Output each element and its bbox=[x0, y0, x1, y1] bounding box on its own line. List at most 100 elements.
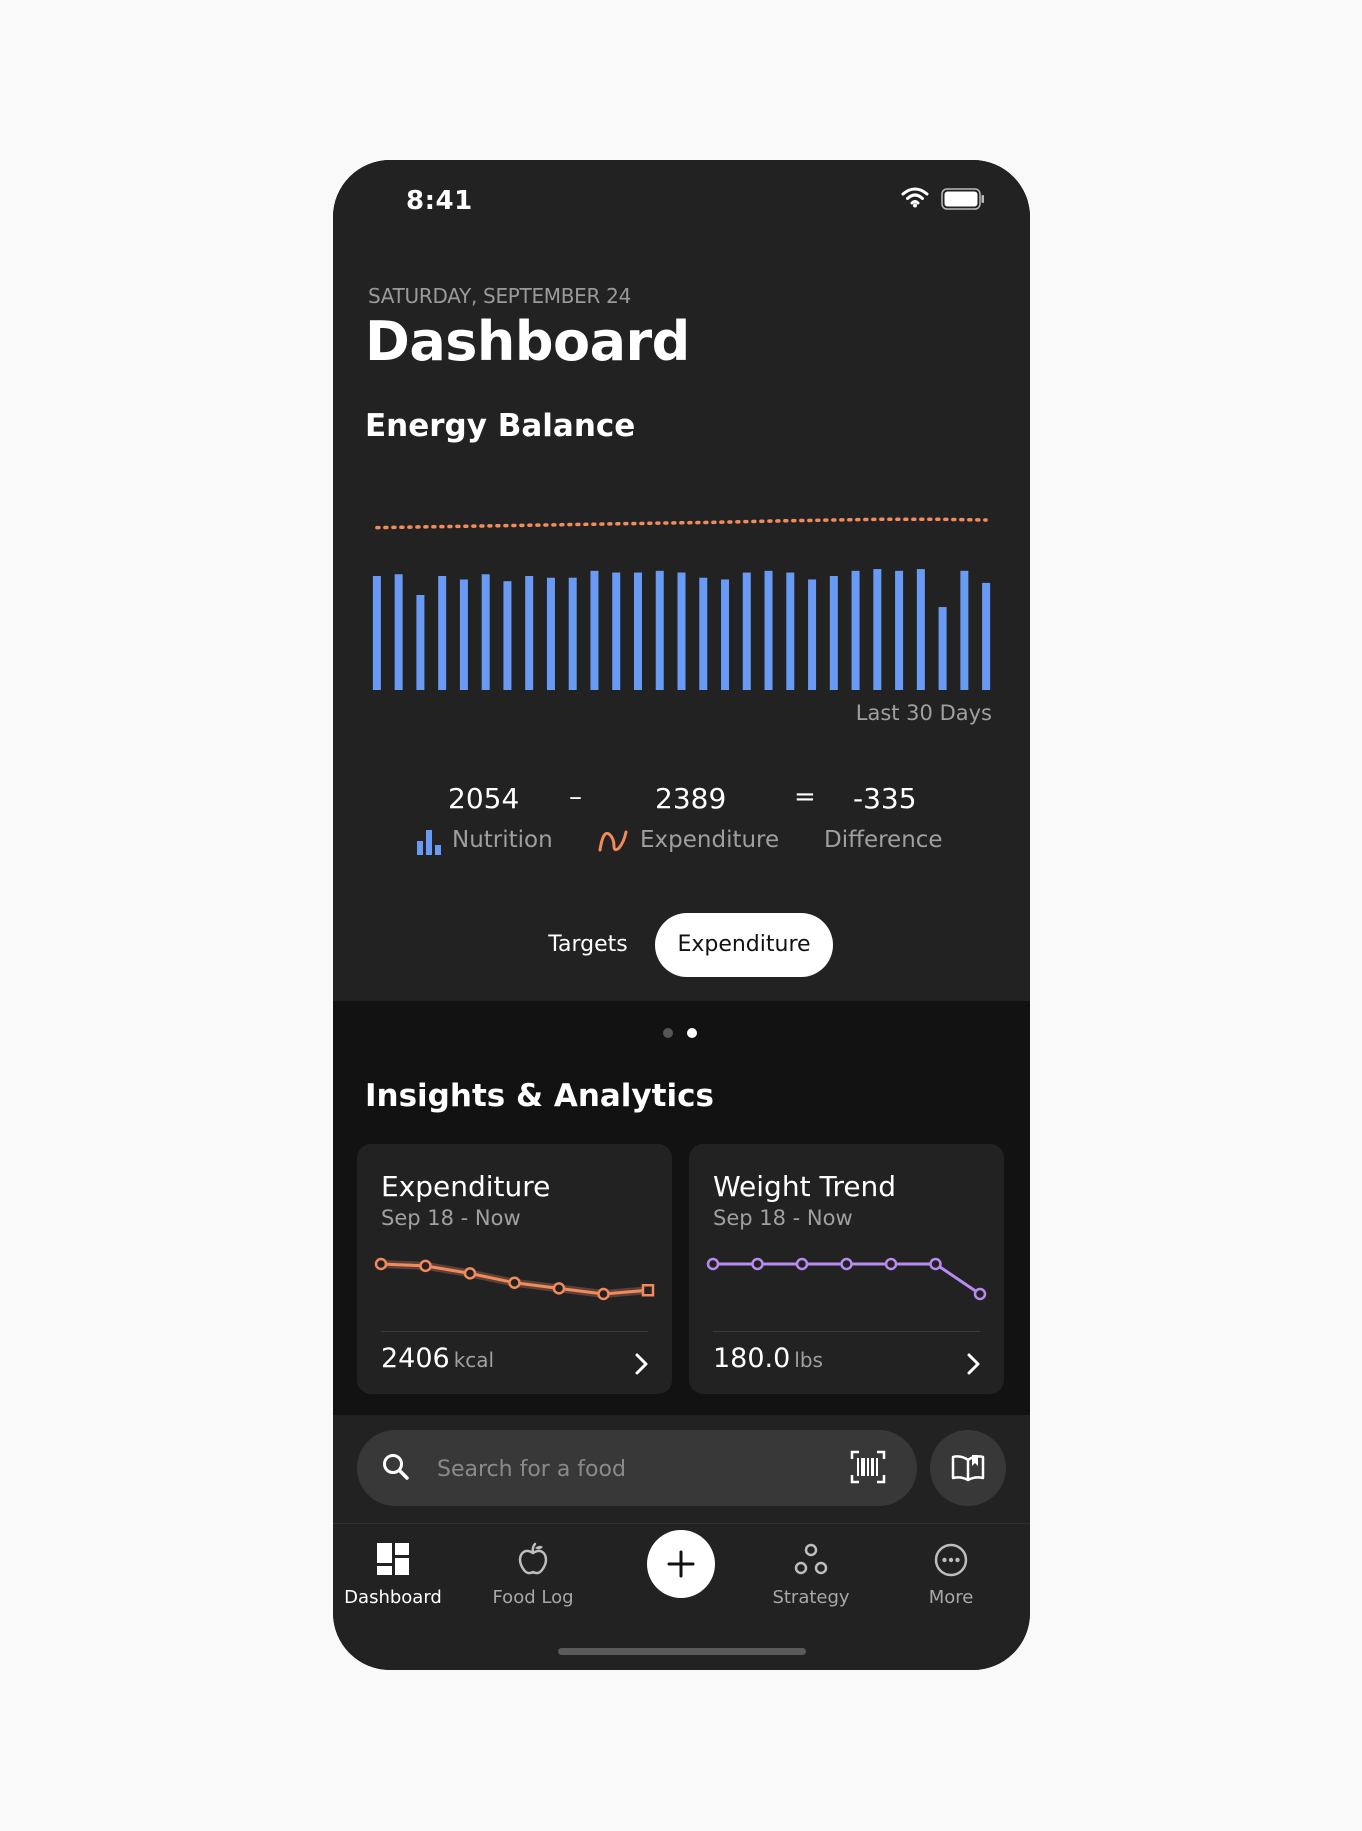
tab-label: More bbox=[928, 1587, 974, 1608]
tab-more[interactable]: More bbox=[891, 1524, 1011, 1624]
book-icon bbox=[951, 1455, 985, 1482]
phone-screen: 8:41 SATURDAY, SEPTEMBER 24 Dashboard En… bbox=[333, 160, 1030, 1670]
nutrition-bar bbox=[590, 570, 599, 690]
search-icon bbox=[383, 1454, 409, 1480]
trend-point bbox=[641, 1284, 655, 1297]
nutrition-bar bbox=[721, 579, 730, 690]
weight-trend-chart bbox=[706, 1257, 987, 1301]
barcode-icon[interactable] bbox=[850, 1450, 886, 1484]
card-value-number: 2406 bbox=[381, 1343, 450, 1374]
nutrition-bar bbox=[742, 572, 751, 690]
trend-point bbox=[884, 1257, 898, 1271]
trend-point bbox=[463, 1267, 477, 1280]
nutrition-bar bbox=[459, 579, 468, 690]
wifi-icon bbox=[901, 187, 929, 208]
difference-label: Difference bbox=[824, 827, 943, 853]
weight-trend-card[interactable]: Weight Trend Sep 18 - Now 180.0 lbs bbox=[689, 1144, 1004, 1394]
energy-balance-chart[interactable] bbox=[333, 490, 1030, 690]
nutrition-label: Nutrition bbox=[452, 827, 553, 853]
nutrition-bar bbox=[938, 607, 947, 690]
nutrition-value: 2054 bbox=[448, 782, 520, 815]
card-value-number: 180.0 bbox=[713, 1343, 791, 1374]
nutrition-bar bbox=[960, 570, 969, 690]
tab-dashboard[interactable]: Dashboard bbox=[333, 1524, 453, 1624]
nutrition-bar bbox=[916, 569, 925, 690]
nutrition-bar bbox=[764, 570, 773, 690]
trend-point bbox=[929, 1257, 942, 1271]
plus-icon bbox=[667, 1550, 695, 1578]
tab-label: Strategy bbox=[772, 1587, 850, 1608]
nutrition-bar bbox=[808, 579, 817, 690]
apple-icon bbox=[518, 1542, 548, 1575]
page-dot-2[interactable] bbox=[687, 1028, 697, 1038]
card-divider bbox=[381, 1331, 648, 1332]
nutrition-bar bbox=[546, 577, 555, 690]
energy-balance-panel: 8:41 SATURDAY, SEPTEMBER 24 Dashboard En… bbox=[333, 160, 1030, 1001]
nutrition-bar bbox=[633, 572, 642, 690]
expenditure-label: Expenditure bbox=[640, 827, 780, 853]
card-value-unit: kcal bbox=[453, 1348, 495, 1372]
nutrition-bar bbox=[699, 577, 708, 690]
trend-point bbox=[508, 1276, 521, 1289]
expenditure-trend-chart bbox=[374, 1257, 655, 1301]
card-value: 2406 kcal bbox=[381, 1343, 494, 1374]
nutrition-bar bbox=[612, 572, 621, 690]
nutrition-bar bbox=[851, 570, 860, 690]
energy-balance-title: Energy Balance bbox=[365, 408, 636, 444]
bar-chart-icon bbox=[417, 830, 441, 855]
chevron-right-icon[interactable] bbox=[966, 1352, 982, 1376]
tab-label: Dashboard bbox=[344, 1587, 442, 1608]
nutrition-bar bbox=[829, 576, 838, 690]
card-divider bbox=[713, 1331, 980, 1332]
toggle-targets[interactable]: Targets bbox=[533, 923, 643, 967]
expenditure-wave-icon bbox=[598, 830, 628, 852]
nutrition-bar bbox=[568, 577, 577, 690]
page-dot-1[interactable] bbox=[663, 1028, 673, 1038]
nutrition-bar bbox=[438, 576, 447, 690]
expenditure-value: 2389 bbox=[655, 782, 727, 815]
nutrition-bar bbox=[503, 581, 512, 690]
tab-label: Food Log bbox=[492, 1587, 574, 1608]
nutrition-bar bbox=[895, 570, 904, 690]
card-subtitle: Sep 18 - Now bbox=[713, 1206, 853, 1230]
trend-point bbox=[751, 1257, 764, 1271]
nutrition-bar bbox=[481, 574, 490, 690]
home-indicator bbox=[558, 1648, 806, 1655]
battery-icon bbox=[941, 188, 984, 210]
trend-point bbox=[973, 1287, 987, 1301]
trend-point bbox=[374, 1257, 388, 1271]
range-label: Last 30 Days bbox=[855, 701, 992, 725]
nutrition-bar bbox=[416, 595, 425, 690]
expenditure-line bbox=[375, 517, 988, 530]
nutrition-bar bbox=[525, 576, 534, 690]
minus-sign: – bbox=[569, 782, 582, 812]
strategy-icon bbox=[794, 1543, 828, 1575]
add-button[interactable] bbox=[647, 1530, 715, 1598]
tab-strategy[interactable]: Strategy bbox=[751, 1524, 871, 1624]
nutrition-bar bbox=[677, 572, 686, 690]
nutrition-bar bbox=[982, 582, 991, 690]
card-value: 180.0 lbs bbox=[713, 1343, 823, 1374]
trend-point bbox=[706, 1257, 720, 1271]
tab-food-log[interactable]: Food Log bbox=[473, 1524, 593, 1624]
dashboard-icon bbox=[377, 1543, 409, 1575]
difference-value: -335 bbox=[853, 782, 917, 815]
card-value-unit: lbs bbox=[794, 1348, 823, 1372]
nutrition-bar bbox=[372, 576, 381, 690]
trend-point bbox=[419, 1259, 432, 1273]
status-time: 8:41 bbox=[406, 186, 473, 216]
trend-point bbox=[795, 1257, 809, 1271]
page-title: Dashboard bbox=[365, 310, 690, 373]
expenditure-card[interactable]: Expenditure Sep 18 - Now 2406 kcal bbox=[357, 1144, 672, 1394]
more-icon bbox=[934, 1543, 968, 1577]
trend-point bbox=[597, 1287, 610, 1301]
card-title: Expenditure bbox=[381, 1170, 551, 1203]
chevron-right-icon[interactable] bbox=[634, 1352, 650, 1376]
recipe-book-button[interactable] bbox=[930, 1430, 1006, 1506]
date-label: SATURDAY, SEPTEMBER 24 bbox=[368, 284, 632, 308]
toggle-expenditure[interactable]: Expenditure bbox=[655, 913, 833, 977]
trend-point bbox=[840, 1257, 853, 1271]
search-bar[interactable] bbox=[357, 1430, 917, 1506]
search-input[interactable] bbox=[435, 1448, 839, 1490]
insights-title: Insights & Analytics bbox=[365, 1078, 714, 1114]
